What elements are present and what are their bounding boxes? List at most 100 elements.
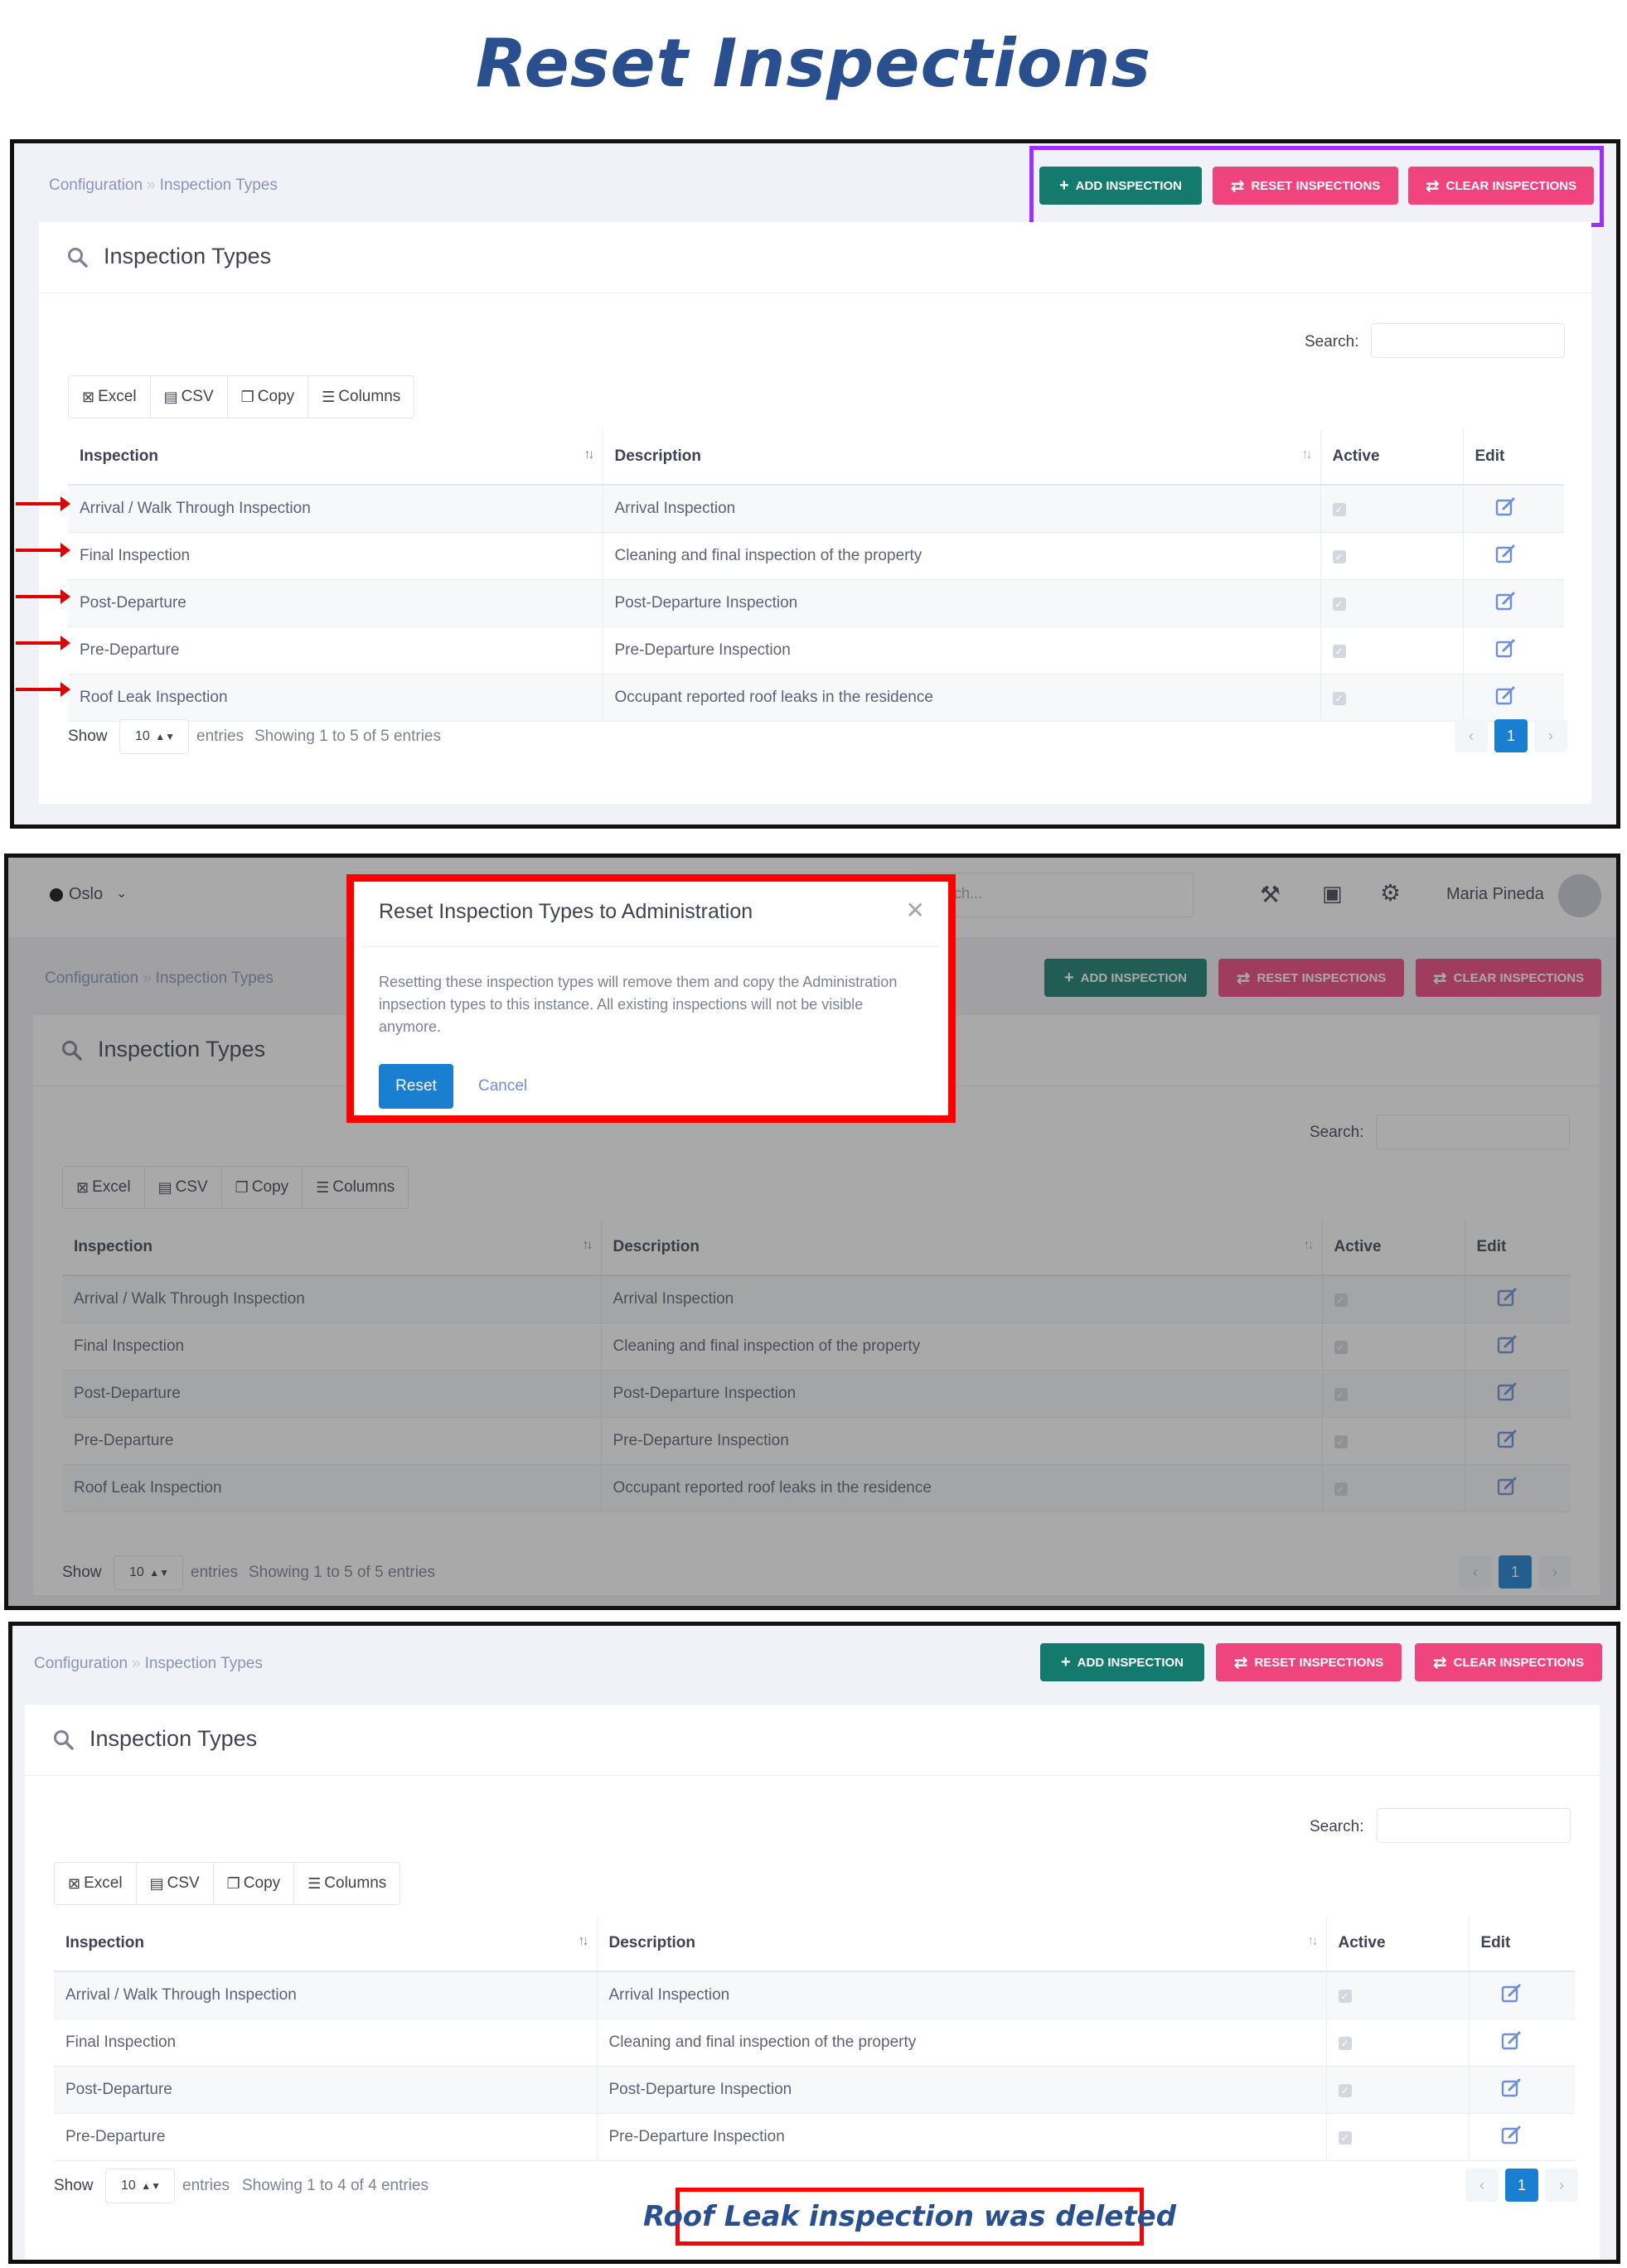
csv-button[interactable]: ▤ CSV — [137, 1863, 214, 1904]
entries-label: entries — [182, 2177, 230, 2194]
edit-icon — [1501, 2078, 1520, 2097]
breadcrumb-current: Inspection Types — [159, 177, 278, 194]
copy-label: Copy — [257, 388, 295, 405]
active-cell: ✓ — [1326, 2066, 1470, 2114]
header-edit: Edit — [1463, 429, 1564, 486]
columns-button[interactable]: ☰ Columns — [294, 1863, 399, 1904]
excel-button[interactable]: ⊠ Excel — [55, 1863, 137, 1904]
inspection-table: Inspection ↑↓ Description ↑↓ Active Edit A… — [68, 429, 1564, 722]
page-1-button[interactable]: 1 — [1505, 2169, 1538, 2202]
card-title: Inspection Types — [90, 1726, 258, 1751]
header-edit-label: Edit — [1474, 447, 1505, 465]
list-icon: ☰ — [307, 1874, 322, 1892]
clear-inspections-label: CLEAR INSPECTIONS — [1453, 1655, 1585, 1670]
edit-cell[interactable] — [1463, 674, 1564, 722]
edit-cell[interactable] — [1463, 532, 1564, 580]
entries-label: entries — [196, 728, 245, 745]
close-icon[interactable]: ✕ — [906, 897, 925, 924]
modal-reset-button[interactable]: Reset — [379, 1064, 453, 1109]
edit-cell[interactable] — [1469, 2113, 1575, 2161]
edit-icon — [1501, 1984, 1520, 2003]
modal-title: Reset Inspection Types to Administration — [379, 900, 753, 923]
breadcrumb-parent[interactable]: Configuration — [49, 177, 143, 194]
columns-button[interactable]: ☰ Columns — [308, 376, 414, 418]
breadcrumb-sep: » — [132, 1655, 141, 1672]
active-checkbox[interactable]: ✓ — [1338, 2131, 1352, 2145]
edit-icon — [1501, 2031, 1520, 2050]
prev-page-button[interactable]: ‹ — [1455, 719, 1488, 752]
active-checkbox[interactable]: ✓ — [1338, 2037, 1352, 2050]
table-row: Arrival / Walk Through Inspection Arrival… — [54, 1971, 1575, 2019]
copy-button[interactable]: ❐ Copy — [214, 1863, 295, 1904]
header-description[interactable]: Description ↑↓ — [597, 1916, 1327, 1972]
table-row: Post-Departure Post-Departure Inspection ✓ — [68, 579, 1564, 627]
card-header: Inspection Types — [39, 222, 1591, 293]
header-inspection[interactable]: Inspection ↑↓ — [54, 1916, 598, 1972]
reset-inspections-button[interactable]: ⇄ RESET INSPECTIONS — [1216, 1643, 1402, 1681]
edit-cell[interactable] — [1463, 579, 1564, 627]
page-length-value: 10 — [121, 2179, 136, 2193]
csv-button[interactable]: ▤ CSV — [151, 376, 228, 418]
active-checkbox[interactable]: ✓ — [1332, 550, 1346, 563]
csv-label: CSV — [167, 1874, 200, 1892]
search-input[interactable] — [1371, 323, 1565, 358]
table-row: Final Inspection Cleaning and final inspe… — [54, 2019, 1575, 2067]
edit-icon — [1501, 2125, 1520, 2145]
edit-cell[interactable] — [1469, 1971, 1575, 2019]
edit-icon — [1495, 639, 1514, 658]
description-cell: Post-Departure Inspection — [603, 579, 1321, 627]
page-1-button[interactable]: 1 — [1494, 719, 1528, 752]
description-cell: Cleaning and final inspection of the pro… — [603, 532, 1321, 580]
clear-inspections-button[interactable]: ⇄ CLEAR INSPECTIONS — [1415, 1643, 1602, 1681]
inspection-table: Inspection ↑↓ Description ↑↓ Active Edit A… — [54, 1916, 1575, 2161]
active-checkbox[interactable]: ✓ — [1338, 2084, 1352, 2097]
active-checkbox[interactable]: ✓ — [1332, 645, 1346, 658]
inspection-cell: Arrival / Walk Through Inspection — [68, 485, 603, 533]
prev-page-button[interactable]: ‹ — [1465, 2169, 1499, 2202]
copy-label: Copy — [243, 1874, 281, 1892]
sort-caret-icon: ▲▼ — [141, 2180, 161, 2192]
edit-cell[interactable] — [1463, 485, 1564, 533]
active-checkbox[interactable]: ✓ — [1332, 597, 1346, 611]
modal-cancel-button[interactable]: Cancel — [478, 1077, 527, 1095]
sort-icon: ↑↓ — [1301, 447, 1313, 462]
csv-icon: ▤ — [149, 1874, 164, 1892]
pagination: ‹ 1 › — [1455, 719, 1567, 752]
header-inspection[interactable]: Inspection ↑↓ — [68, 429, 603, 486]
header-description[interactable]: Description ↑↓ — [603, 429, 1321, 486]
search-input[interactable] — [1377, 1808, 1571, 1843]
show-label: Show — [54, 2177, 94, 2194]
active-checkbox[interactable]: ✓ — [1338, 1990, 1352, 2003]
reset-modal: Reset Inspection Types to Administration… — [346, 874, 956, 1123]
edit-icon — [1495, 592, 1514, 611]
buttons-highlight — [1029, 146, 1604, 227]
active-checkbox[interactable]: ✓ — [1332, 692, 1346, 705]
page-length-select[interactable]: 10 ▲▼ — [105, 2169, 175, 2203]
active-cell: ✓ — [1326, 1971, 1470, 2019]
breadcrumb-parent[interactable]: Configuration — [34, 1655, 128, 1672]
list-icon: ☰ — [322, 388, 336, 405]
table-row: Arrival / Walk Through Inspection Arrival… — [68, 485, 1564, 533]
description-cell: Post-Departure Inspection — [597, 2066, 1327, 2114]
inspection-types-card: Inspection Types Search: ⊠ Excel ▤ CSV ❐ Co… — [25, 1705, 1600, 2260]
header-description-label: Description — [608, 1934, 696, 1951]
page-title: Reset Inspections — [475, 25, 1152, 102]
active-cell: ✓ — [1326, 2113, 1470, 2161]
active-checkbox[interactable]: ✓ — [1332, 503, 1346, 516]
edit-cell[interactable] — [1463, 626, 1564, 675]
sort-icon: ↑↓ — [1307, 1934, 1319, 1948]
excel-button[interactable]: ⊠ Excel — [69, 376, 151, 418]
description-cell: Cleaning and final inspection of the pro… — [597, 2019, 1327, 2067]
copy-button[interactable]: ❐ Copy — [228, 376, 309, 418]
page-length-select[interactable]: 10 ▲▼ — [119, 719, 189, 754]
edit-cell[interactable] — [1469, 2019, 1575, 2067]
columns-label: Columns — [338, 388, 401, 405]
next-page-button[interactable]: › — [1545, 2169, 1578, 2202]
add-inspection-button[interactable]: + ADD INSPECTION — [1040, 1643, 1204, 1681]
breadcrumb-current: Inspection Types — [144, 1655, 263, 1672]
edit-cell[interactable] — [1469, 2066, 1575, 2114]
next-page-button[interactable]: › — [1534, 719, 1567, 752]
deleted-note: Roof Leak inspection was deleted — [643, 2188, 1176, 2246]
active-cell: ✓ — [1320, 532, 1464, 580]
add-inspection-label: ADD INSPECTION — [1077, 1655, 1184, 1670]
